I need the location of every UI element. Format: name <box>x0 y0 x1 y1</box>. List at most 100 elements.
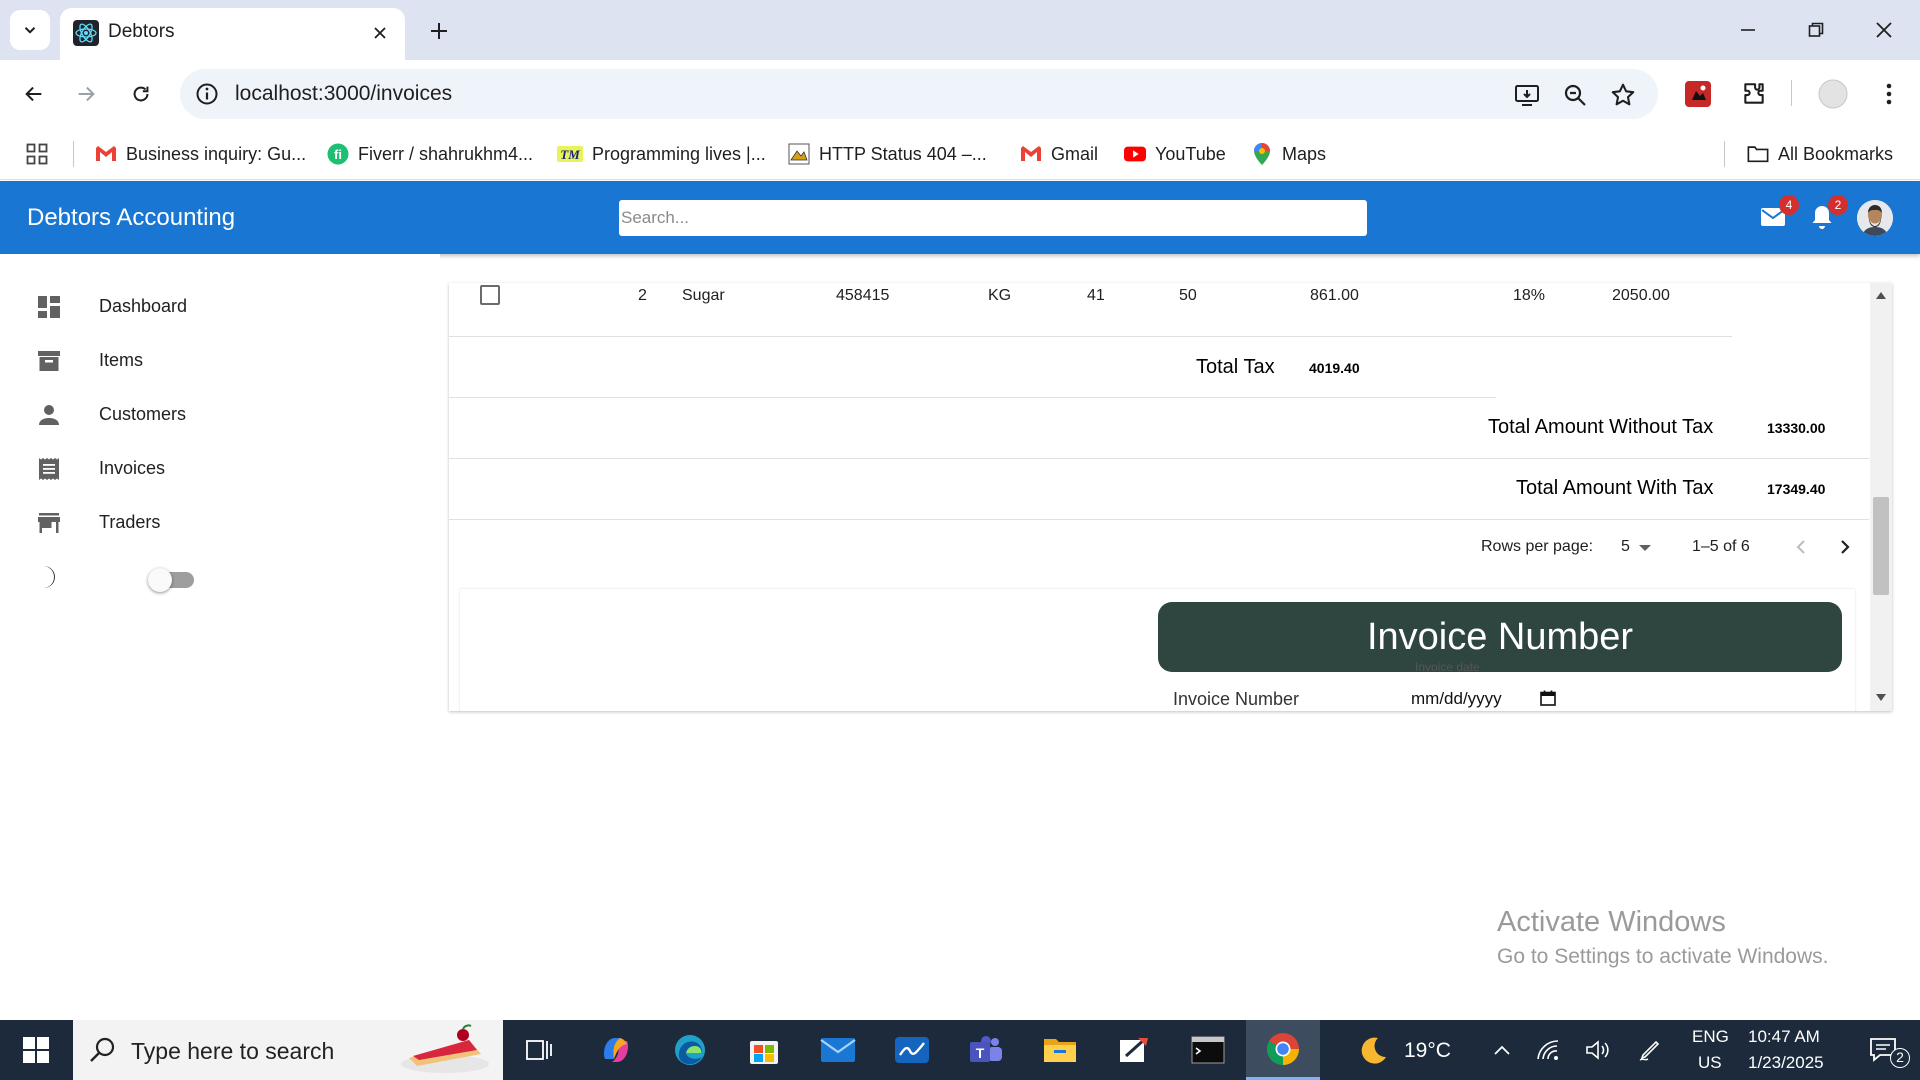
browser-tab[interactable]: Debtors <box>60 8 405 60</box>
install-app-icon[interactable] <box>1513 81 1541 109</box>
next-page-button[interactable] <box>1831 533 1859 561</box>
rows-per-page-value: 5 <box>1621 538 1630 555</box>
close-tab-icon[interactable] <box>367 20 393 46</box>
invoice-number-label: Invoice Number <box>1173 689 1300 709</box>
apps-grid-button[interactable] <box>26 140 48 168</box>
tomcat-icon <box>788 143 810 165</box>
search-input[interactable] <box>619 200 1367 236</box>
store-icon <box>36 510 62 536</box>
forward-button[interactable] <box>66 74 106 114</box>
zoom-icon[interactable] <box>1561 81 1589 109</box>
row-tax-amount: 861.00 <box>1310 287 1359 304</box>
bookmark-gmail[interactable]: Gmail <box>1020 140 1098 168</box>
microsoft-store-button[interactable] <box>728 1020 800 1080</box>
site-info-icon[interactable] <box>194 81 220 107</box>
url-text[interactable]: localhost:3000/invoices <box>235 82 452 106</box>
bookmark-label: Programming lives |... <box>592 143 766 164</box>
task-view-button[interactable] <box>503 1020 575 1080</box>
mail-button[interactable]: 4 <box>1757 195 1799 233</box>
half-moon-icon <box>36 564 62 590</box>
sidebar-item-invoices[interactable]: Invoices <box>0 442 420 496</box>
snipping-tool-button[interactable] <box>1098 1020 1170 1080</box>
start-button[interactable] <box>0 1020 72 1080</box>
user-avatar[interactable] <box>1857 200 1893 236</box>
scroll-down-icon[interactable] <box>1870 687 1892 707</box>
pen-menu-button[interactable] <box>1630 1020 1670 1080</box>
task-view-icon <box>526 1040 552 1060</box>
close-window-button[interactable] <box>1866 12 1902 48</box>
pen-icon <box>1639 1040 1660 1061</box>
bookmark-http-404[interactable]: HTTP Status 404 –... <box>788 140 987 168</box>
restore-button[interactable] <box>1798 12 1834 48</box>
address-bar[interactable]: localhost:3000/invoices <box>180 69 1658 119</box>
file-explorer-button[interactable] <box>1024 1020 1096 1080</box>
network-button[interactable] <box>1528 1020 1568 1080</box>
sidebar-item-label: Customers <box>99 404 187 424</box>
all-bookmarks-button[interactable]: All Bookmarks <box>1747 140 1893 168</box>
rows-per-page-select[interactable]: 5 <box>1621 535 1661 559</box>
reload-button[interactable] <box>121 74 161 114</box>
minimize-button[interactable] <box>1730 12 1766 48</box>
sidebar-item-items[interactable]: Items <box>0 334 420 388</box>
total-with-tax-value: 17349.40 <box>1767 481 1826 497</box>
sidebar-item-dashboard[interactable]: Dashboard <box>0 280 420 334</box>
edge-button[interactable] <box>654 1020 726 1080</box>
profile-avatar-icon[interactable] <box>1817 78 1849 110</box>
toggle-thumb[interactable] <box>148 568 172 592</box>
chrome-button[interactable] <box>1246 1020 1320 1080</box>
browser-tabstrip: Debtors <box>0 0 1920 60</box>
tab-search-button[interactable] <box>10 10 50 50</box>
bookmarks-divider <box>73 141 74 167</box>
previous-page-button[interactable] <box>1787 533 1815 561</box>
teams-button[interactable]: T <box>950 1020 1022 1080</box>
back-button[interactable] <box>14 74 54 114</box>
chrome-icon <box>1266 1032 1300 1065</box>
new-tab-button[interactable] <box>422 14 456 48</box>
extension-puzzle-red-icon[interactable] <box>1682 78 1714 110</box>
copilot-icon <box>604 1038 628 1062</box>
show-hidden-icons-button[interactable] <box>1484 1020 1520 1080</box>
store-bag-icon <box>750 1041 778 1064</box>
row-checkbox[interactable] <box>480 285 500 305</box>
row-amount: 2050.00 <box>1612 287 1670 304</box>
sidebar-item-label: Dashboard <box>99 296 188 316</box>
bookmark-star-icon[interactable] <box>1609 81 1637 109</box>
clock[interactable]: 10:47 AM 1/23/2025 <box>1740 1020 1850 1080</box>
bookmark-label: YouTube <box>1155 143 1226 164</box>
scroll-thumb[interactable] <box>1873 497 1889 595</box>
language-indicator[interactable]: ENG US <box>1684 1020 1734 1080</box>
invoice-date-input[interactable]: mm/dd/yyyy <box>1411 686 1563 711</box>
svg-text:TM: TM <box>560 147 580 162</box>
bookmark-maps[interactable]: Maps <box>1251 140 1326 168</box>
bookmark-fiverr[interactable]: fi Fiverr / shahrukhm4... <box>327 140 533 168</box>
panel-scrollbar[interactable] <box>1870 283 1892 711</box>
sidebar-item-customers[interactable]: Customers <box>0 388 420 442</box>
all-bookmarks-label: All Bookmarks <box>1778 143 1894 164</box>
taskbar-search-box[interactable]: Type here to search <box>73 1020 503 1080</box>
notification-center-button[interactable]: 2 <box>1854 1020 1914 1080</box>
bookmark-programming-lives[interactable]: TM Programming lives |... <box>557 140 766 168</box>
bookmark-youtube[interactable]: YouTube <box>1124 140 1226 168</box>
mail-app-button[interactable] <box>802 1020 874 1080</box>
gmail-icon <box>95 143 117 165</box>
scroll-up-icon[interactable] <box>1870 285 1892 305</box>
bookmark-business-inquiry[interactable]: Business inquiry: Gu... <box>95 140 306 168</box>
row-divider <box>449 458 1869 459</box>
bookmark-label: Maps <box>1282 143 1327 164</box>
copilot-button[interactable] <box>580 1020 652 1080</box>
notifications-button[interactable]: 2 <box>1806 195 1848 233</box>
extensions-icon[interactable] <box>1738 78 1770 110</box>
total-without-tax-value: 13330.00 <box>1767 420 1826 436</box>
sidebar-item-label: Items <box>99 350 144 370</box>
whiteboard-button[interactable] <box>876 1020 948 1080</box>
menu-dots-icon[interactable] <box>1873 78 1905 110</box>
weather-widget[interactable]: 19°C <box>1342 1020 1451 1080</box>
row-divider <box>449 336 1732 337</box>
svg-text:T: T <box>976 1045 985 1061</box>
dark-mode-row <box>0 552 420 602</box>
sidebar-item-traders[interactable]: Traders <box>0 496 420 550</box>
youtube-icon <box>1124 143 1146 165</box>
volume-button[interactable] <box>1578 1020 1618 1080</box>
fiverr-icon: fi <box>327 143 349 165</box>
terminal-button[interactable] <box>1172 1020 1244 1080</box>
